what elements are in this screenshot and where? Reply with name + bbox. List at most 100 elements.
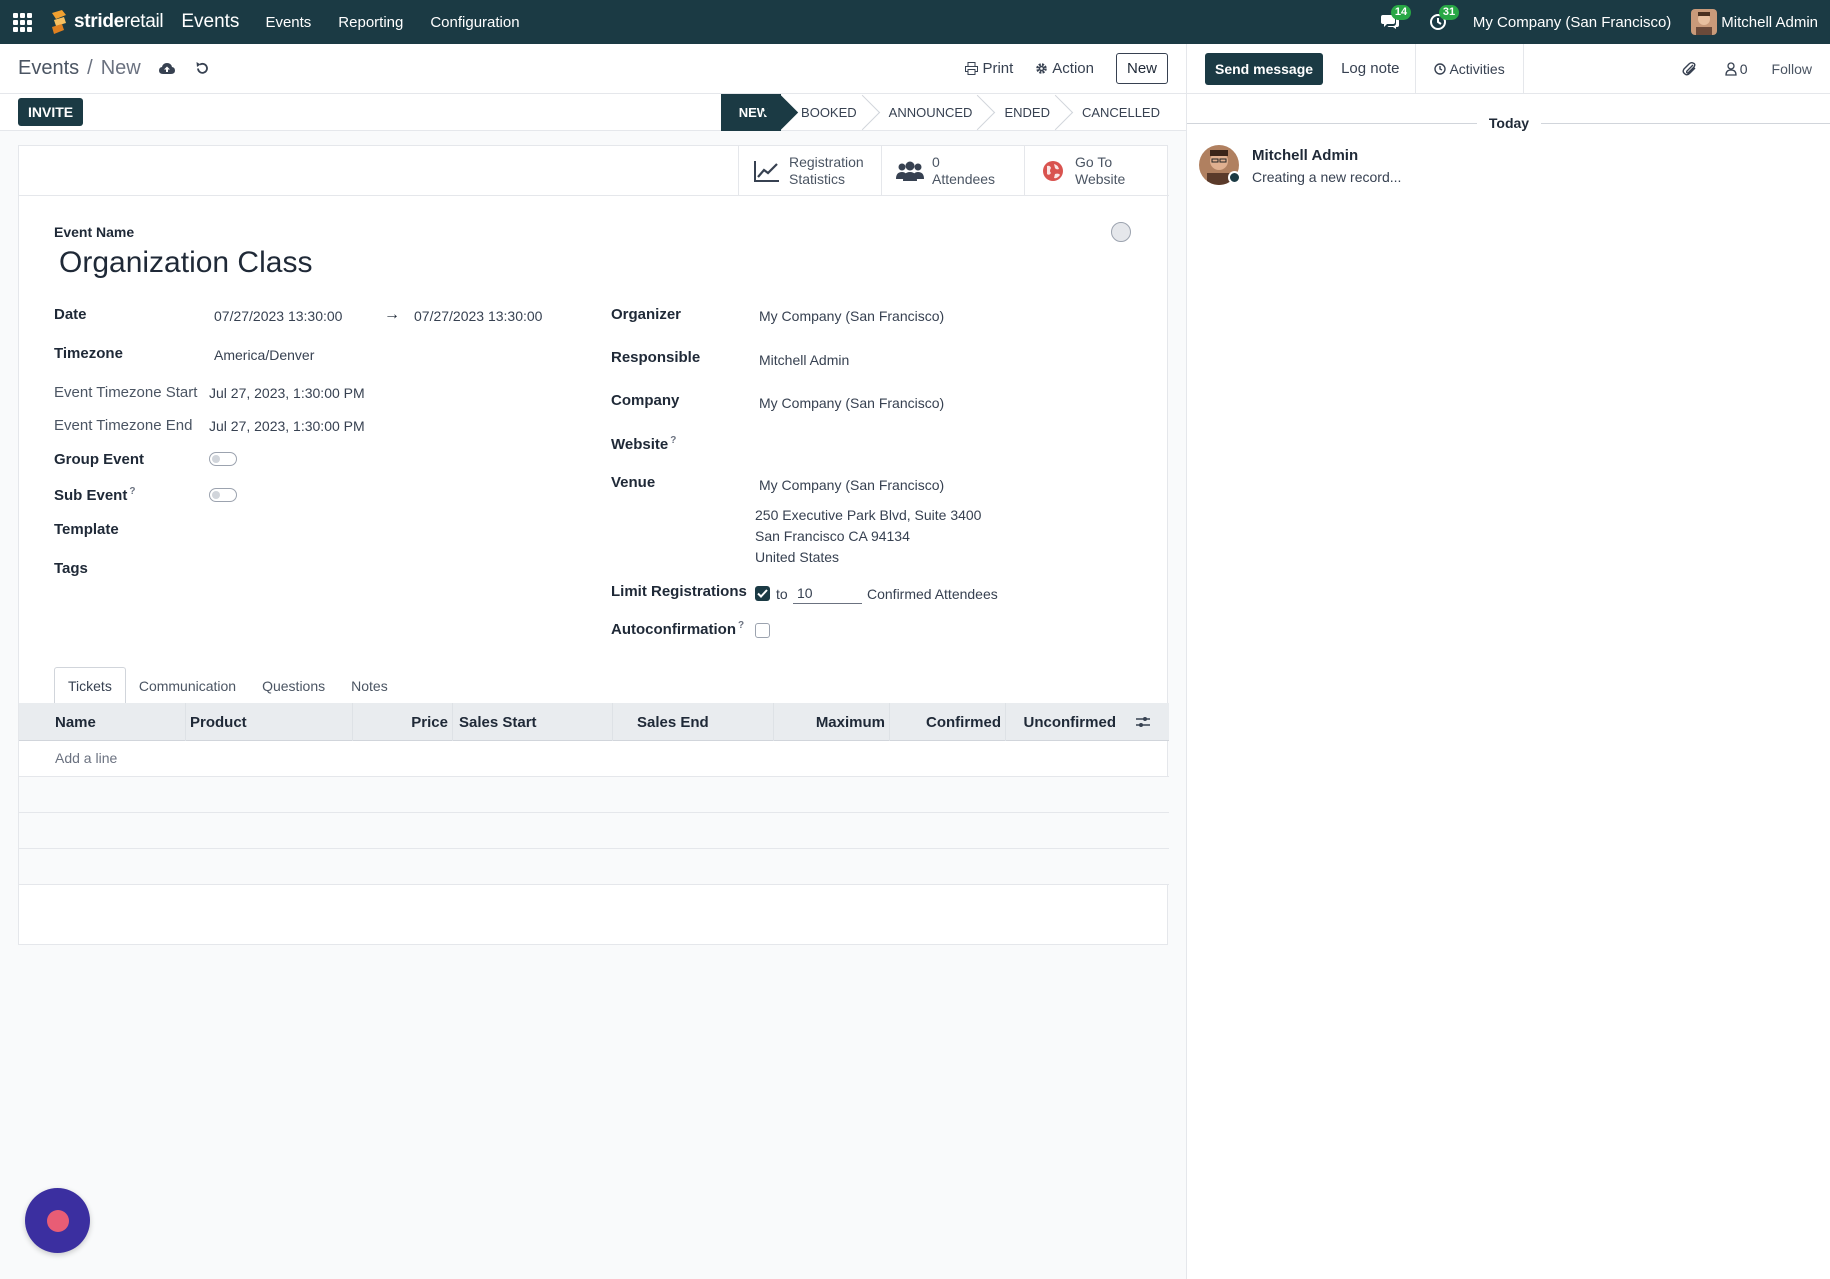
message-author[interactable]: Mitchell Admin bbox=[1252, 147, 1358, 164]
sub-event-label: Sub Event? bbox=[54, 486, 136, 504]
attachments-button[interactable] bbox=[1682, 61, 1701, 77]
tab-tickets[interactable]: Tickets bbox=[54, 667, 126, 704]
website-label-line1: Go To bbox=[1075, 153, 1113, 170]
floating-assistant-button[interactable] bbox=[25, 1188, 90, 1253]
tab-communication[interactable]: Communication bbox=[126, 667, 249, 704]
stage-new[interactable]: NEW bbox=[720, 93, 782, 131]
autoconfirm-help-icon[interactable]: ? bbox=[738, 620, 744, 631]
responsible-field[interactable]: Mitchell Admin bbox=[759, 352, 849, 368]
col-sales-end[interactable]: Sales End bbox=[613, 703, 774, 741]
user-menu[interactable]: Mitchell Admin bbox=[1691, 9, 1818, 35]
col-sales-start[interactable]: Sales Start bbox=[453, 703, 613, 741]
organizer-field[interactable]: My Company (San Francisco) bbox=[759, 308, 944, 324]
check-icon bbox=[757, 589, 768, 598]
discard-undo-icon[interactable] bbox=[193, 59, 213, 79]
autoconfirmation-checkbox[interactable] bbox=[755, 623, 770, 638]
user-icon bbox=[1725, 61, 1737, 76]
assistant-dot-icon bbox=[46, 1209, 69, 1232]
attendees-label: Attendees bbox=[932, 170, 996, 187]
sub-event-help-icon[interactable]: ? bbox=[129, 486, 135, 497]
messages-systray[interactable]: 14 bbox=[1377, 5, 1412, 35]
stats-label-line1: Registration bbox=[789, 153, 864, 170]
col-name[interactable]: Name bbox=[19, 703, 186, 741]
date-end-input[interactable]: 07/27/2023 13:30:00 bbox=[414, 308, 542, 324]
website-label-line2: Website bbox=[1075, 170, 1126, 187]
company-switcher[interactable]: My Company (San Francisco) bbox=[1473, 14, 1671, 31]
stage-cancelled[interactable]: CANCELLED bbox=[1062, 94, 1172, 131]
event-name-label: Event Name bbox=[54, 224, 135, 240]
company-label: Company bbox=[611, 392, 680, 409]
col-unconfirmed[interactable]: Unconfirmed bbox=[1006, 703, 1126, 741]
venue-address-line1: 250 Executive Park Blvd, Suite 3400 bbox=[755, 507, 982, 523]
followers-count: 0 bbox=[1739, 60, 1748, 77]
seats-limit-input[interactable] bbox=[793, 582, 862, 604]
group-event-label: Group Event bbox=[54, 451, 145, 468]
activities-count-badge: 31 bbox=[1438, 5, 1460, 20]
nav-app-name[interactable]: Events bbox=[181, 11, 239, 33]
follow-button[interactable]: Follow bbox=[1772, 61, 1812, 77]
table-header: Name Product Price Sales Start Sales End… bbox=[19, 703, 1169, 741]
venue-label: Venue bbox=[611, 474, 656, 491]
timezone-label: Timezone bbox=[54, 345, 123, 362]
smart-button-box: Registration Statistics 0 Attendees Go To W… bbox=[738, 146, 1167, 196]
attendees-button[interactable]: 0 Attendees bbox=[881, 146, 1024, 195]
online-status-dot bbox=[1228, 171, 1241, 184]
nav-menu-events[interactable]: Events bbox=[265, 14, 311, 31]
autoconfirmation-label: Autoconfirmation? bbox=[611, 620, 745, 638]
kanban-state-dot[interactable] bbox=[1111, 222, 1131, 242]
nav-menu-reporting[interactable]: Reporting bbox=[338, 14, 403, 31]
status-row: INVITE NEW BOOKED ANNOUNCED ENDED CANCEL… bbox=[0, 93, 1186, 131]
col-price[interactable]: Price bbox=[353, 703, 453, 741]
timezone-select[interactable]: America/Denver bbox=[214, 347, 314, 363]
activities-systray[interactable]: 31 bbox=[1425, 5, 1460, 35]
registration-statistics-button[interactable]: Registration Statistics bbox=[738, 146, 881, 195]
save-cloud-icon[interactable] bbox=[157, 59, 177, 79]
tz-start-value: Jul 27, 2023, 1:30:00 PM bbox=[209, 385, 365, 401]
brand-logo[interactable]: strideretail bbox=[48, 9, 164, 35]
event-name-input[interactable]: Organization Class bbox=[59, 246, 312, 280]
stage-ended[interactable]: ENDED bbox=[984, 94, 1062, 131]
new-record-button[interactable]: New bbox=[1115, 53, 1168, 84]
brand-text-light: retail bbox=[123, 11, 164, 32]
go-to-website-button[interactable]: Go To Website bbox=[1024, 146, 1167, 195]
group-event-toggle[interactable] bbox=[209, 452, 237, 466]
print-button[interactable]: Print bbox=[965, 60, 1013, 77]
limit-to-label: to bbox=[776, 586, 788, 602]
col-maximum[interactable]: Maximum bbox=[774, 703, 890, 741]
invite-button[interactable]: INVITE bbox=[18, 98, 84, 126]
chatter-topbar: Send message Log note Activities 0 Follo… bbox=[1187, 43, 1830, 94]
form-sheet: Registration Statistics 0 Attendees Go To W… bbox=[18, 145, 1169, 945]
breadcrumb-separator: / bbox=[87, 57, 93, 79]
stage-announced[interactable]: ANNOUNCED bbox=[869, 94, 985, 131]
date-start-input[interactable]: 07/27/2023 13:30:00 bbox=[214, 308, 342, 324]
optional-columns-icon[interactable] bbox=[1135, 715, 1151, 729]
website-help-icon[interactable]: ? bbox=[670, 435, 676, 446]
activities-button[interactable]: Activities bbox=[1416, 43, 1524, 94]
date-label: Date bbox=[54, 306, 87, 323]
user-name: Mitchell Admin bbox=[1721, 13, 1818, 31]
company-field[interactable]: My Company (San Francisco) bbox=[759, 395, 944, 411]
followers-button[interactable]: 0 bbox=[1725, 61, 1748, 77]
tags-label: Tags bbox=[54, 560, 88, 577]
nav-menu-configuration[interactable]: Configuration bbox=[430, 14, 519, 31]
notebook-tabs: Tickets Communication Questions Notes bbox=[54, 667, 401, 704]
apps-menu-icon[interactable] bbox=[0, 0, 44, 44]
limit-registrations-checkbox[interactable] bbox=[755, 586, 770, 601]
messages-count-badge: 14 bbox=[1390, 5, 1412, 20]
confirmed-attendees-label: Confirmed Attendees bbox=[867, 586, 998, 602]
gear-icon bbox=[1036, 63, 1048, 74]
log-note-button[interactable]: Log note bbox=[1331, 43, 1417, 94]
breadcrumb-events-link[interactable]: Events bbox=[18, 57, 79, 80]
col-confirmed[interactable]: Confirmed bbox=[890, 703, 1006, 741]
send-message-button[interactable]: Send message bbox=[1205, 52, 1324, 85]
organizer-label: Organizer bbox=[611, 306, 682, 323]
action-button[interactable]: Action bbox=[1035, 60, 1094, 77]
add-a-line-link[interactable]: Add a line bbox=[55, 750, 117, 766]
date-separator-label: Today bbox=[1488, 115, 1530, 131]
tab-notes[interactable]: Notes bbox=[338, 667, 401, 704]
tab-questions[interactable]: Questions bbox=[249, 667, 338, 704]
sub-event-toggle[interactable] bbox=[209, 488, 237, 502]
paperclip-icon bbox=[1682, 61, 1696, 75]
venue-field[interactable]: My Company (San Francisco) bbox=[759, 477, 944, 493]
col-product[interactable]: Product bbox=[186, 703, 353, 741]
